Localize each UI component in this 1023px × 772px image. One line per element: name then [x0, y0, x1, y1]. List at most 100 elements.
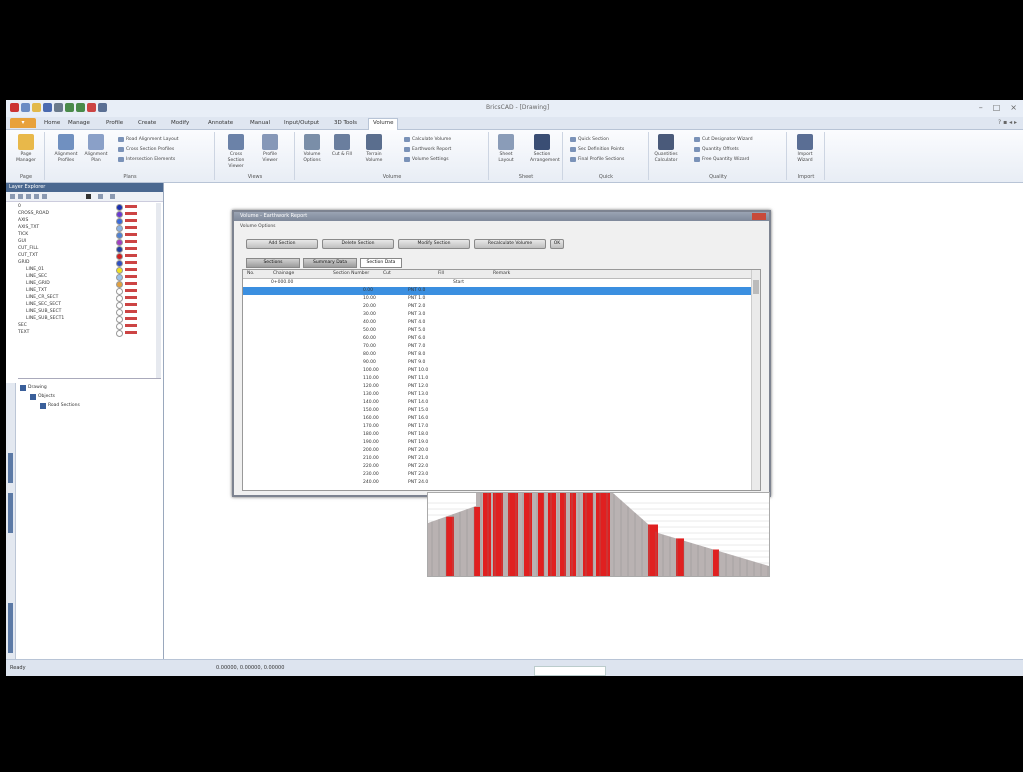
dialog-close-icon[interactable] [752, 213, 766, 220]
scroll-thumb[interactable] [753, 280, 759, 294]
tree-item[interactable]: Road Sections [20, 401, 80, 410]
layer-row[interactable]: LINE_01 [18, 266, 161, 274]
tab-profile[interactable]: Profile [106, 119, 123, 128]
import-wizard-button[interactable]: Import Wizard [793, 134, 817, 164]
table-row[interactable]: 10.00 PNT 1.0 [243, 295, 760, 303]
table-row[interactable]: 190.00 PNT 19.0 [243, 439, 760, 447]
profile-viewer-button[interactable]: Profile Viewer [258, 134, 282, 164]
alignment-plan-button[interactable]: Alignment Plan [84, 134, 108, 164]
column-header[interactable]: Chainage [273, 271, 294, 276]
column-header[interactable]: Section Number [333, 271, 369, 276]
layer-state-icon[interactable] [125, 296, 137, 299]
modify-section-button[interactable]: Modify Section [398, 239, 470, 249]
app-menu-icon[interactable] [10, 103, 19, 112]
save-icon[interactable] [43, 103, 52, 112]
layer-state-icon[interactable] [125, 310, 137, 313]
help-icon[interactable]: ? ▪ ◂ ▸ [998, 119, 1017, 126]
cross-profiles-button[interactable]: Cross Section Profiles [118, 146, 174, 153]
tab-3d-tools[interactable]: 3D Tools [334, 119, 357, 128]
table-row[interactable]: 90.00 PNT 9.0 [243, 359, 760, 367]
alignment-profiles-button[interactable]: Alignment Profiles [54, 134, 78, 164]
table-row[interactable]: 0+000.00 Start [243, 279, 760, 287]
lock-icon[interactable] [110, 194, 115, 199]
layer-row[interactable]: GUI [18, 238, 161, 246]
delete-section-button[interactable]: Delete Section [322, 239, 394, 249]
layer-state-icon[interactable] [125, 303, 137, 306]
table-row[interactable]: 120.00 PNT 12.0 [243, 383, 760, 391]
options-icon[interactable] [87, 103, 96, 112]
layer-row[interactable]: LINE_SEC [18, 273, 161, 281]
command-input[interactable] [534, 666, 606, 676]
layer-row[interactable]: CUT_TXT [18, 252, 161, 260]
layer-state-icon[interactable] [125, 219, 137, 222]
current-layer-icon[interactable] [86, 194, 91, 199]
refresh-icon[interactable] [34, 194, 39, 199]
road-layout-button[interactable]: Road Alignment Layout [118, 136, 179, 143]
layer-list-scrollbar[interactable] [156, 203, 161, 378]
tab-manual[interactable]: Manual [250, 119, 270, 128]
filter-icon[interactable] [26, 194, 31, 199]
layer-state-icon[interactable] [125, 331, 137, 334]
print-icon[interactable] [54, 103, 63, 112]
cut-designator-button[interactable]: Cut Designator Wizard [694, 136, 753, 143]
layer-row[interactable]: AXIS [18, 217, 161, 225]
table-row[interactable]: 30.00 PNT 3.0 [243, 311, 760, 319]
layer-state-icon[interactable] [125, 226, 137, 229]
quick-section-button[interactable]: Quick Section [570, 136, 609, 143]
settings-icon[interactable] [98, 103, 107, 112]
layer-row[interactable]: LINE_SUB_SECT [18, 308, 161, 316]
table-row[interactable]: 200.00 PNT 20.0 [243, 447, 760, 455]
layer-state-icon[interactable] [125, 254, 137, 257]
table-row[interactable]: 110.00 PNT 11.0 [243, 375, 760, 383]
tab-input-output[interactable]: Input/Output [284, 119, 319, 128]
maximize-icon[interactable]: □ [993, 103, 1001, 112]
sheet-layout-button[interactable]: Sheet Layout [494, 134, 518, 164]
column-header[interactable]: No. [247, 271, 254, 276]
properties-icon[interactable] [42, 194, 47, 199]
layer-row[interactable]: LINE_SEC_SECT [18, 301, 161, 309]
column-header[interactable]: Fill [438, 271, 444, 276]
layer-row[interactable]: AXIS_TXT [18, 224, 161, 232]
tab-manage[interactable]: Manage [68, 119, 90, 128]
layer-state-icon[interactable] [125, 233, 137, 236]
column-header[interactable]: Cut [383, 271, 391, 276]
vertical-tab-2[interactable] [8, 493, 13, 533]
vertical-tab-1[interactable] [8, 453, 13, 483]
layer-state-icon[interactable] [125, 205, 137, 208]
earthwork-report-button[interactable]: Earthwork Report [404, 146, 451, 153]
add-section-button[interactable]: Add Section [246, 239, 318, 249]
layer-state-icon[interactable] [125, 240, 137, 243]
undo-icon[interactable] [65, 103, 74, 112]
layer-row[interactable]: TEXT [18, 329, 161, 337]
layer-row[interactable]: GRID [18, 259, 161, 267]
layer-row[interactable]: CROSS_ROAD [18, 210, 161, 218]
intersection-button[interactable]: Intersection Elements [118, 156, 175, 163]
layer-state-icon[interactable] [125, 282, 137, 285]
table-row[interactable]: 0.00 PNT 0.0 [243, 287, 760, 295]
layer-row[interactable]: CUT_FILL [18, 245, 161, 253]
redo-icon[interactable] [76, 103, 85, 112]
layer-row[interactable]: LINE_GRID [18, 280, 161, 288]
layer-row[interactable]: LINE_SUB_SECT1 [18, 315, 161, 323]
tab-summary-data[interactable]: Summary Data [303, 258, 357, 268]
table-row[interactable]: 70.00 PNT 7.0 [243, 343, 760, 351]
new-layer-icon[interactable] [10, 194, 15, 199]
close-icon[interactable]: × [1010, 103, 1017, 112]
layer-color-icon[interactable] [116, 330, 123, 337]
tab-home[interactable]: Home [44, 119, 60, 128]
layer-row[interactable]: TICK [18, 231, 161, 239]
definition-points-button[interactable]: Sec Definition Points [570, 146, 624, 153]
section-arrangement-button[interactable]: Section Arrangement [530, 134, 560, 164]
layer-row[interactable]: SEC [18, 322, 161, 330]
table-row[interactable]: 240.00 PNT 24.0 [243, 479, 760, 487]
page-manager-button[interactable]: Page Manager [14, 134, 38, 164]
volume-settings-button[interactable]: Volume Settings [404, 156, 449, 163]
cut-fill-button[interactable]: Cut & Fill [330, 134, 354, 158]
terrain-volume-button[interactable]: Terrain Volume [362, 134, 386, 164]
table-row[interactable]: 180.00 PNT 18.0 [243, 431, 760, 439]
grid-scrollbar[interactable] [751, 270, 760, 490]
delete-layer-icon[interactable] [18, 194, 23, 199]
table-row[interactable]: 230.00 PNT 23.0 [243, 471, 760, 479]
tab-annotate[interactable]: Annotate [208, 119, 233, 128]
column-header[interactable]: Remark [493, 271, 510, 276]
